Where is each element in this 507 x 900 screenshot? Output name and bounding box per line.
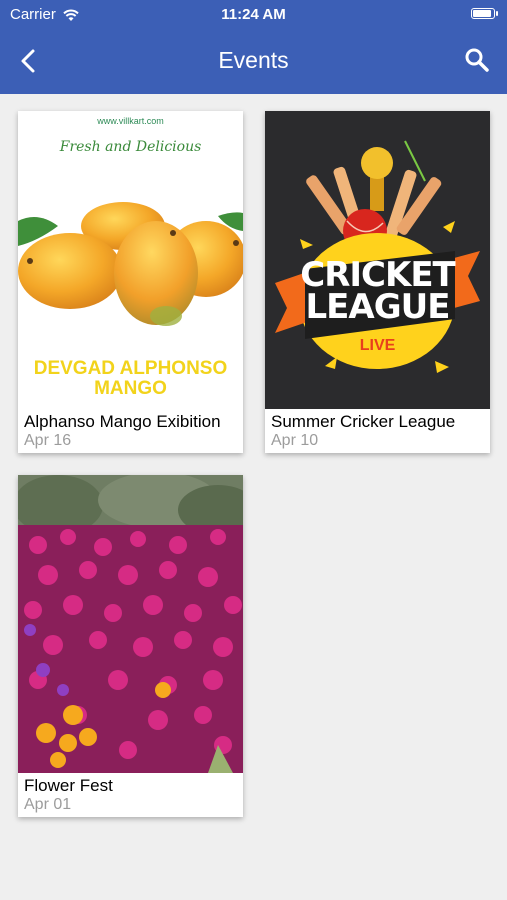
status-time: 11:24 AM — [221, 6, 286, 23]
page-title: Events — [218, 47, 289, 73]
event-poster-mango: www.villkart.com Fresh and Delicious DEV… — [18, 111, 243, 409]
event-card-cricket[interactable]: CRICKET LEAGUE LIVE Summer Cricker Leagu… — [265, 111, 490, 453]
poster-live-badge: LIVE — [359, 337, 396, 354]
event-title: Summer Cricker League — [271, 412, 456, 431]
event-date: Apr 10 — [271, 432, 319, 449]
poster-headline-line-1: DEVGAD ALPHONSO — [33, 358, 228, 379]
event-date: Apr 16 — [24, 432, 72, 449]
poster-headline: CRICKET LEAGUE — [265, 258, 490, 327]
event-card-flower[interactable]: Flower Fest Apr 01 — [18, 475, 243, 817]
battery-icon — [471, 8, 498, 19]
search-icon — [465, 48, 489, 72]
poster-headline-line-2: MANGO — [94, 378, 167, 399]
navigation-bar: Events — [0, 28, 507, 94]
event-poster-cricket: CRICKET LEAGUE LIVE — [265, 111, 490, 409]
poster-site: www.villkart.com — [97, 116, 164, 126]
event-title: Flower Fest — [24, 776, 113, 795]
event-title: Alphanso Mango Exibition — [24, 412, 221, 431]
flower-photo — [18, 475, 243, 773]
poster-tagline: Fresh and Delicious — [59, 139, 202, 155]
poster-headline: DEVGAD ALPHONSO MANGO — [18, 359, 243, 399]
event-poster-flower — [18, 475, 243, 773]
event-card-mango[interactable]: www.villkart.com Fresh and Delicious DEV… — [18, 111, 243, 453]
event-date: Apr 01 — [24, 796, 72, 813]
search-button[interactable] — [463, 46, 491, 74]
poster-line-2: LEAGUE — [305, 287, 451, 327]
status-bar: Carrier 11:24 AM — [0, 0, 507, 28]
mango-illustration — [18, 202, 243, 326]
